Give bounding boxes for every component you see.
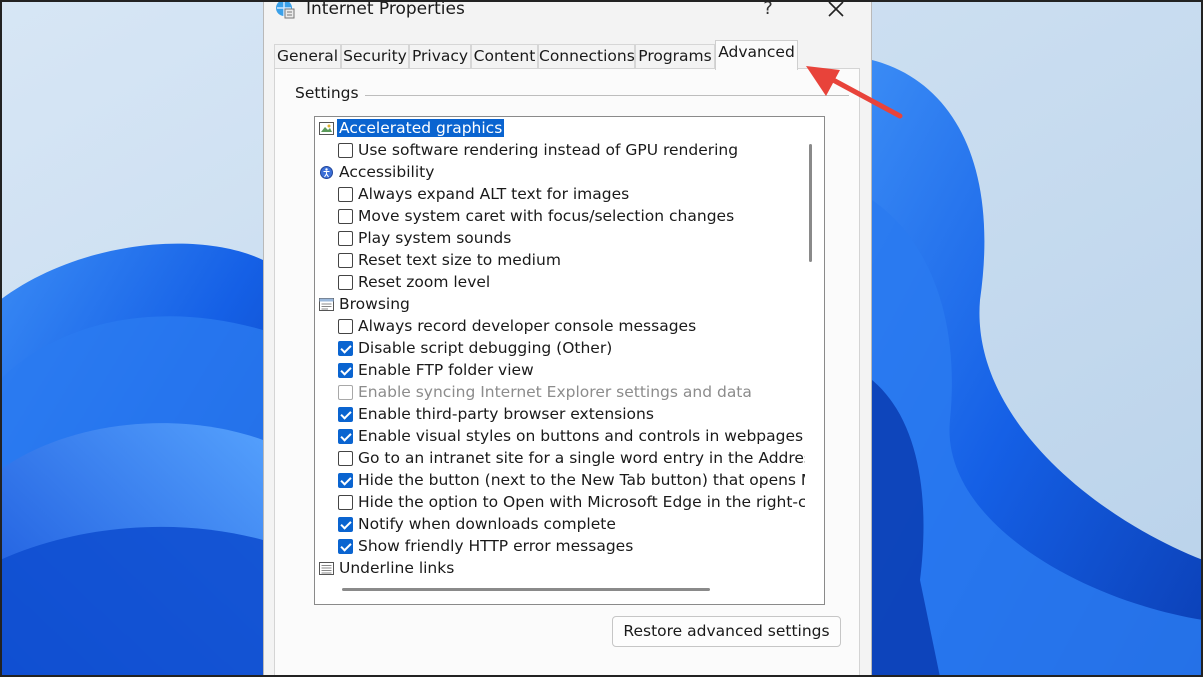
option-row[interactable]: Always record developer console messages xyxy=(315,316,805,338)
option-row[interactable]: Enable FTP folder view xyxy=(315,360,805,382)
annotation-arrow-icon xyxy=(806,66,903,119)
category-browsing[interactable]: Browsing xyxy=(315,294,805,316)
tab-content[interactable]: Content xyxy=(471,44,538,69)
option-row[interactable]: Play system sounds xyxy=(315,228,805,250)
browsing-icon xyxy=(319,298,334,311)
help-button[interactable]: ? xyxy=(758,0,778,19)
settings-list[interactable]: Accelerated graphics Use software render… xyxy=(314,116,825,605)
checkbox[interactable] xyxy=(338,319,353,334)
internet-options-icon xyxy=(276,0,295,19)
checkbox[interactable] xyxy=(338,341,353,356)
option-row[interactable]: Enable third-party browser extensions xyxy=(315,404,805,426)
underline-icon xyxy=(319,562,334,575)
checkbox xyxy=(338,385,353,400)
checkbox[interactable] xyxy=(338,363,353,378)
category-underline-links[interactable]: Underline links xyxy=(315,558,805,580)
option-row[interactable]: Always expand ALT text for images xyxy=(315,184,805,206)
option-row: Enable syncing Internet Explorer setting… xyxy=(315,382,805,404)
option-row[interactable]: Hide the button (next to the New Tab but… xyxy=(315,470,805,492)
category-accessibility[interactable]: Accessibility xyxy=(315,162,805,184)
checkbox[interactable] xyxy=(338,407,353,422)
graphics-icon xyxy=(319,122,334,135)
group-divider xyxy=(359,95,849,96)
checkbox[interactable] xyxy=(338,495,353,510)
tab-privacy[interactable]: Privacy xyxy=(409,44,471,69)
option-row[interactable]: Enable visual styles on buttons and cont… xyxy=(315,426,805,448)
option-row[interactable]: Use software rendering instead of GPU re… xyxy=(315,140,805,162)
settings-group-label: Settings xyxy=(295,84,365,102)
checkbox[interactable] xyxy=(338,187,353,202)
option-row[interactable]: Show friendly HTTP error messages xyxy=(315,536,805,558)
category-accelerated-graphics[interactable]: Accelerated graphics xyxy=(315,118,805,140)
tab-security[interactable]: Security xyxy=(341,44,409,69)
horizontal-scrollbar[interactable] xyxy=(342,588,710,591)
restore-advanced-settings-button[interactable]: Restore advanced settings xyxy=(612,616,841,647)
advanced-tab-panel: Settings Accelerated graphics Use softwa… xyxy=(274,68,860,677)
checkbox[interactable] xyxy=(338,429,353,444)
option-row[interactable]: Move system caret with focus/selection c… xyxy=(315,206,805,228)
tab-programs[interactable]: Programs xyxy=(635,44,715,69)
option-row[interactable]: Reset zoom level xyxy=(315,272,805,294)
internet-properties-dialog: Internet Properties ? General Security P… xyxy=(263,0,872,677)
option-row[interactable]: Notify when downloads complete xyxy=(315,514,805,536)
option-row[interactable]: Disable script debugging (Other) xyxy=(315,338,805,360)
checkbox[interactable] xyxy=(338,209,353,224)
checkbox[interactable] xyxy=(338,539,353,554)
option-row[interactable]: Go to an intranet site for a single word… xyxy=(315,448,805,470)
option-row[interactable]: Hide the option to Open with Microsoft E… xyxy=(315,492,805,514)
tab-general[interactable]: General xyxy=(274,44,341,69)
checkbox[interactable] xyxy=(338,517,353,532)
checkbox[interactable] xyxy=(338,473,353,488)
accessibility-icon xyxy=(320,166,333,179)
option-row[interactable]: Reset text size to medium xyxy=(315,250,805,272)
checkbox[interactable] xyxy=(338,143,353,158)
close-icon[interactable] xyxy=(824,0,848,20)
tab-advanced[interactable]: Advanced xyxy=(715,40,798,70)
window-title: Internet Properties xyxy=(306,0,465,19)
checkbox[interactable] xyxy=(338,275,353,290)
vertical-scrollbar[interactable] xyxy=(809,144,812,262)
checkbox[interactable] xyxy=(338,231,353,246)
title-bar: Internet Properties ? xyxy=(264,0,871,36)
tab-connections[interactable]: Connections xyxy=(538,44,635,69)
checkbox[interactable] xyxy=(338,253,353,268)
checkbox[interactable] xyxy=(338,451,353,466)
